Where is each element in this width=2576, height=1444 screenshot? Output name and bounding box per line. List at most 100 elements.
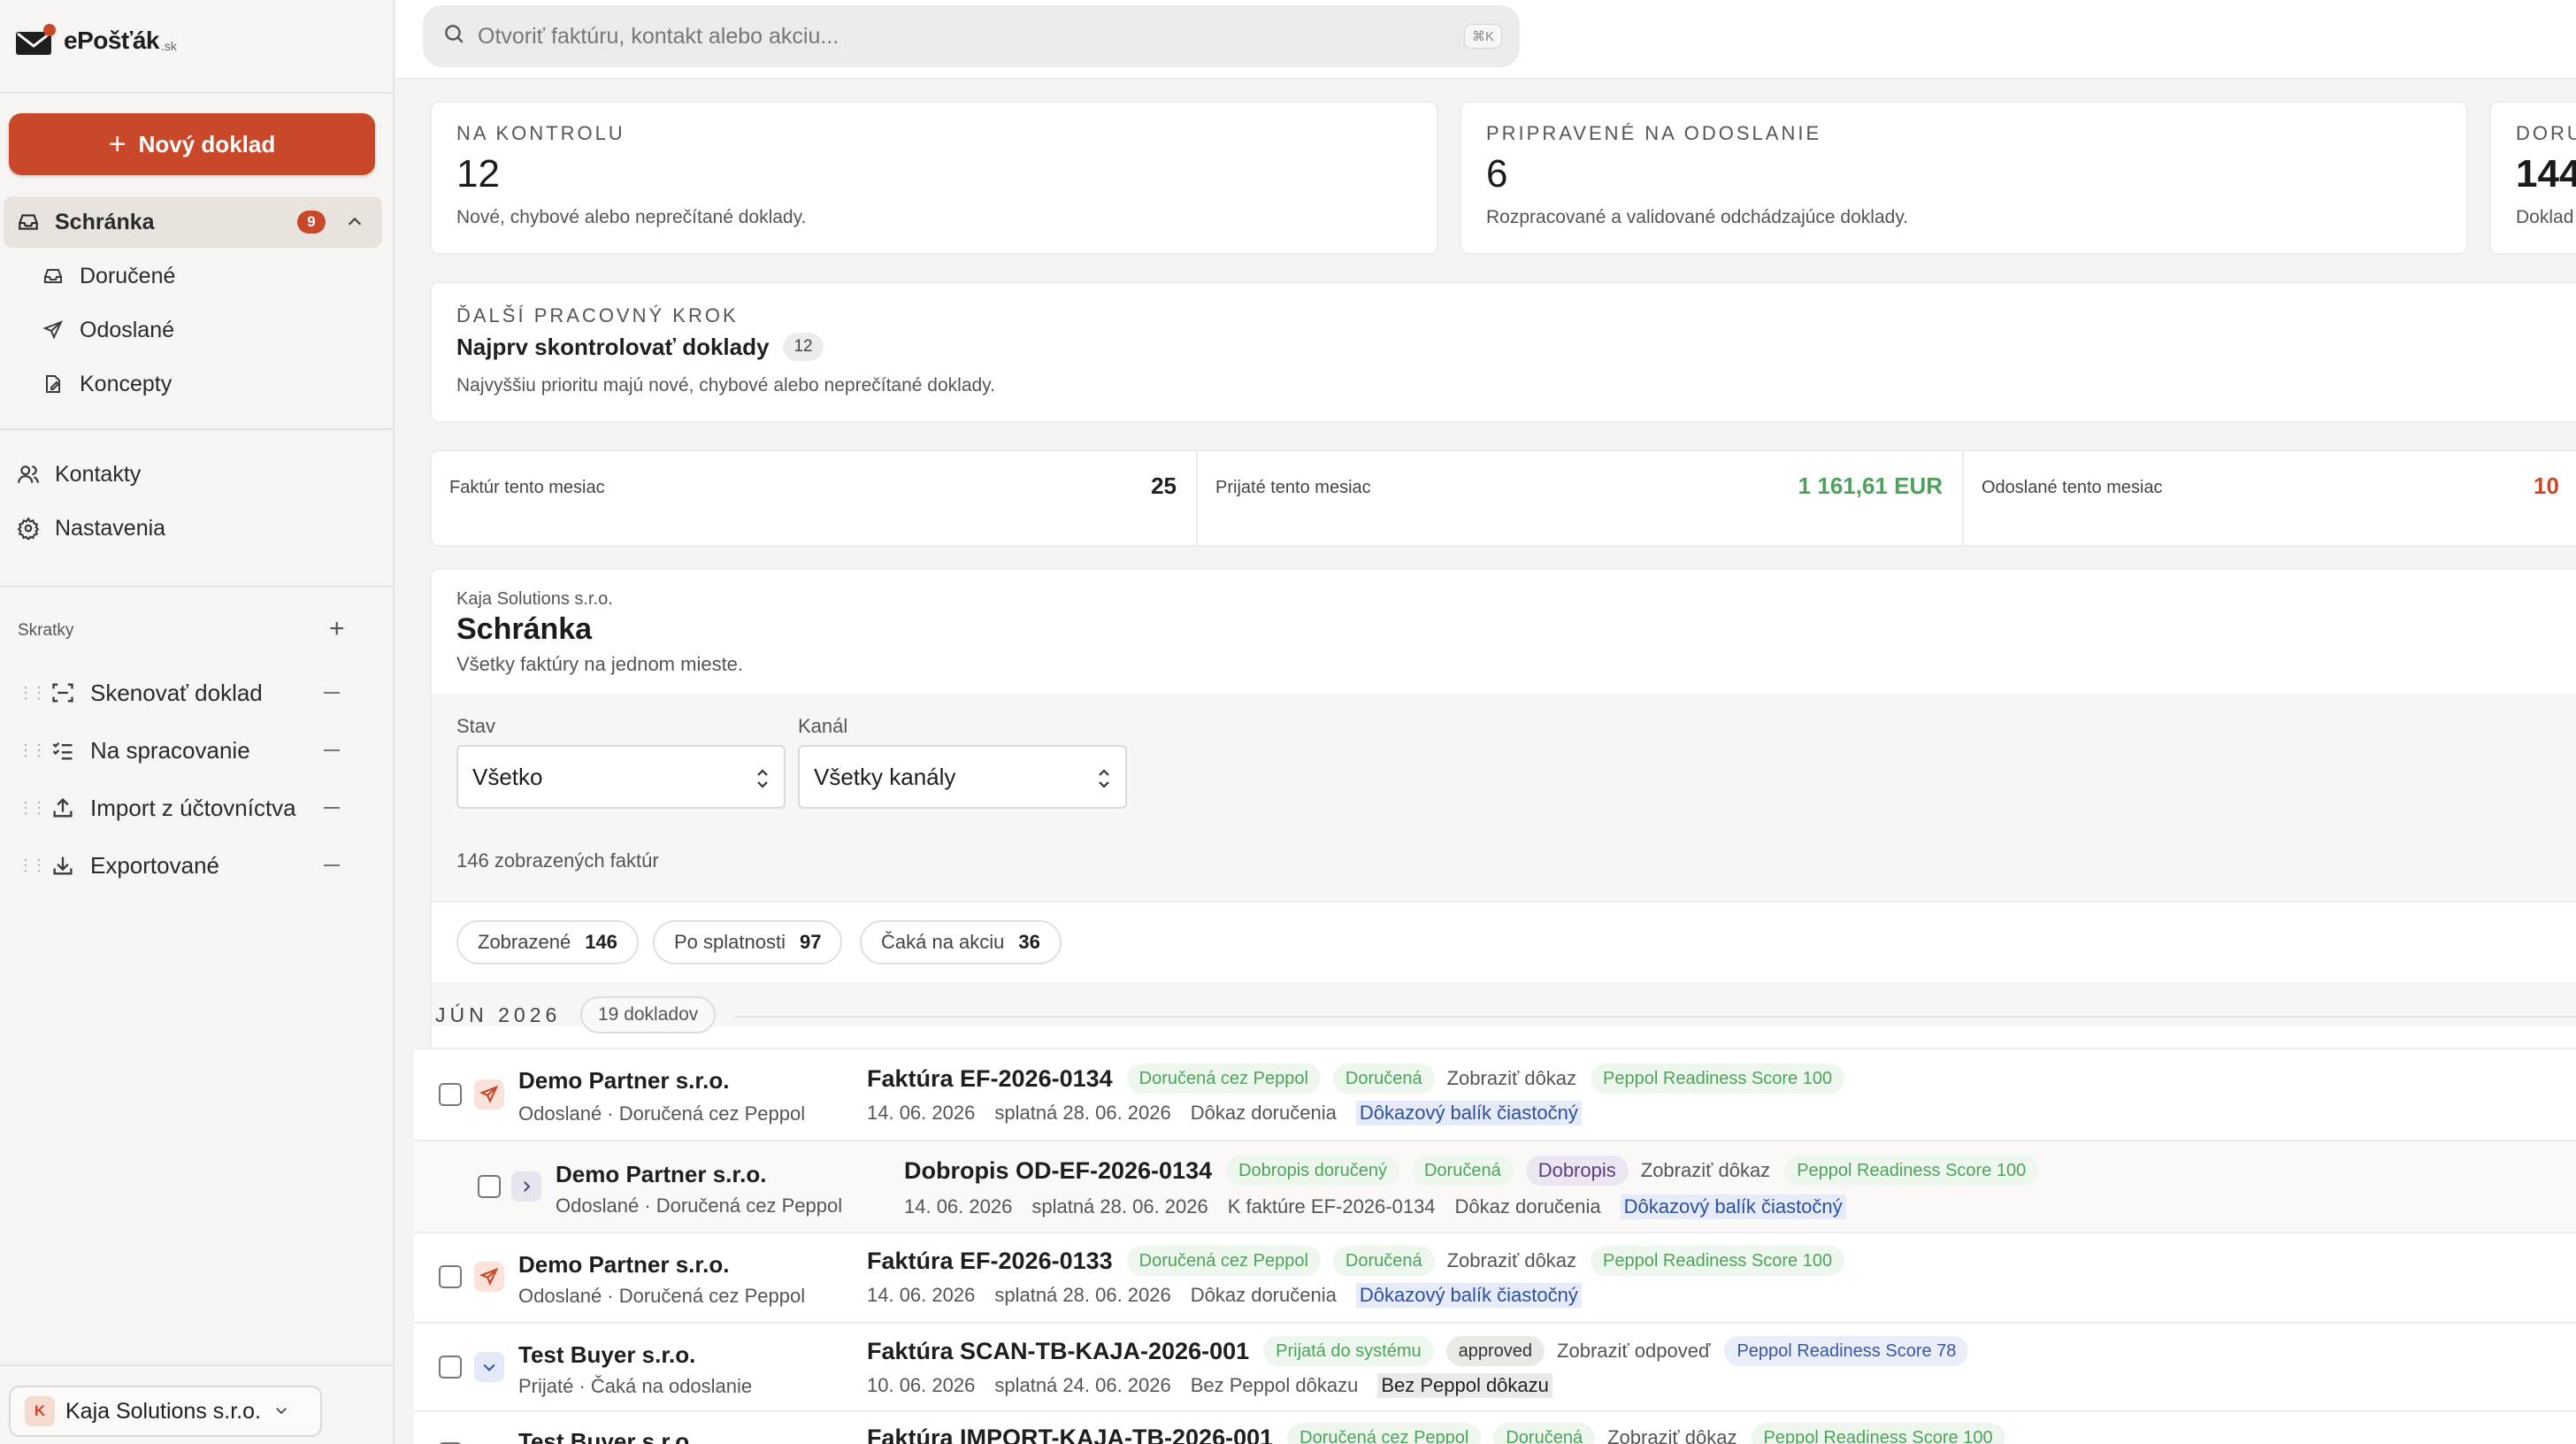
sidebar-item-delivered[interactable]: Doručené [4, 250, 382, 302]
pill-overdue[interactable]: Po splatnosti 97 [653, 920, 843, 964]
invoice-row[interactable]: Test Buyer s.r.o. Faktúra IMPORT-KAJA-TB… [414, 1410, 2576, 1444]
pill-shown[interactable]: Zobrazené 146 [456, 920, 639, 964]
card-kicker: DORU [2516, 122, 2576, 144]
shortcut-import[interactable]: ⋮⋮ Import z účtovníctva [0, 786, 380, 830]
download-icon [50, 852, 76, 879]
app-logo[interactable]: ePošťák .sk [14, 23, 177, 58]
show-proof-link[interactable]: Zobraziť dôkaz [1447, 1249, 1576, 1272]
status-badge: Doručená [1332, 1246, 1435, 1276]
select-arrows-icon [754, 766, 771, 797]
new-document-button[interactable]: + Nový doklad [9, 113, 375, 175]
document-title[interactable]: Faktúra EF-2026-0133 [867, 1248, 1113, 1275]
card-description: Rozpracované a validované odchádzajúce d… [1486, 207, 1909, 227]
drag-handle-icon[interactable]: ⋮⋮ [18, 799, 47, 818]
filter-state-select[interactable]: Všetko [456, 745, 786, 809]
next-step-title: Najprv skontrolovať doklady [456, 333, 770, 360]
pill-awaiting-action[interactable]: Čaká na akciu 36 [860, 920, 1062, 964]
search-shortcut-hint: ⌘K [1463, 24, 1502, 49]
sidebar-item-drafts[interactable]: Koncepty [4, 358, 382, 410]
scan-icon [50, 680, 76, 706]
inbox-company: Kaja Solutions s.r.o. [456, 589, 613, 609]
sidebar-item-contacts[interactable]: Kontakty [4, 449, 382, 500]
remove-shortcut-button[interactable] [324, 749, 340, 751]
proof-package-status: Bez Peppol dôkazu [1377, 1373, 1552, 1398]
row-checkbox[interactable] [439, 1356, 462, 1379]
card-kicker: NA KONTROLU [456, 122, 625, 144]
status-badge: Doručená cez Peppol [1287, 1423, 1482, 1444]
next-step-count: 12 [783, 333, 824, 361]
company-switcher[interactable]: K Kaja Solutions s.r.o. [9, 1386, 322, 1437]
show-proof-link[interactable]: Zobraziť dôkaz [1447, 1067, 1576, 1090]
row-checkbox[interactable] [478, 1175, 501, 1198]
shortcut-exported[interactable]: ⋮⋮ Exportované [0, 843, 380, 887]
document-title[interactable]: Faktúra IMPORT-KAJA-TB-2026-001 [867, 1425, 1273, 1444]
issue-date: 14. 06. 2026 [867, 1284, 976, 1306]
partner-name: Test Buyer s.r.o. [518, 1341, 696, 1368]
remove-shortcut-button[interactable] [324, 807, 340, 809]
drag-handle-icon[interactable]: ⋮⋮ [18, 741, 47, 760]
inbox-subtitle: Všetky faktúry na jednom mieste. [456, 653, 744, 675]
show-proof-link[interactable]: Zobraziť dôkaz [1607, 1426, 1736, 1444]
chevron-right-icon[interactable] [511, 1171, 541, 1202]
document-header: Dobropis OD-EF-2026-0134 Dobropis doruče… [904, 1156, 2051, 1186]
document-title[interactable]: Faktúra SCAN-TB-KAJA-2026-001 [867, 1338, 1249, 1365]
search-input[interactable]: Otvoriť faktúru, kontakt alebo akciu... … [423, 5, 1520, 67]
shortcut-scan[interactable]: ⋮⋮ Skenovať doklad [0, 671, 380, 715]
row-checkbox[interactable] [439, 1265, 462, 1288]
show-proof-link[interactable]: Zobraziť dôkaz [1641, 1159, 1770, 1182]
chevron-down-icon[interactable] [474, 1352, 504, 1382]
status-badge: Doručená [1332, 1064, 1435, 1094]
summary-card-delivered[interactable]: DORU 144 Doklad [2489, 101, 2576, 255]
invoice-row-child[interactable]: Demo Partner s.r.o. Odoslané · Doručená … [414, 1140, 2576, 1232]
checklist-icon [50, 737, 76, 764]
document-title[interactable]: Dobropis OD-EF-2026-0134 [904, 1157, 1212, 1185]
remove-shortcut-button[interactable] [324, 864, 340, 866]
sidebar-item-settings[interactable]: Nastavenia [4, 503, 382, 554]
summary-card-review[interactable]: NA KONTROLU 12 Nové, chybové alebo nepre… [430, 101, 1438, 255]
due-date: splatná 28. 06. 2026 [994, 1102, 1171, 1124]
row-checkbox[interactable] [439, 1083, 462, 1106]
summary-card-ready[interactable]: PRIPRAVENÉ NA ODOSLANIE 6 Rozpracované a… [1460, 101, 2468, 255]
gear-icon [16, 516, 41, 541]
filter-channel-value: Všetky kanály [814, 763, 956, 790]
issue-date: 14. 06. 2026 [867, 1102, 976, 1124]
pill-label: Po splatnosti [674, 931, 786, 953]
next-step-description: Najvyššiu prioritu majú nové, chybové al… [456, 375, 995, 396]
add-shortcut-button[interactable]: + [329, 616, 345, 642]
divider [0, 586, 395, 588]
readiness-score-badge: Peppol Readiness Score 100 [1591, 1246, 1845, 1276]
inbox-title: Schránka [456, 612, 593, 646]
upload-icon [50, 795, 76, 821]
draft-icon [41, 372, 65, 396]
sidebar-item-label: Nastavenia [55, 515, 166, 541]
next-step-panel[interactable]: ĎALŠÍ PRACOVNÝ KROK Najprv skontrolovať … [430, 281, 2576, 423]
proof-label: Dôkaz doručenia [1454, 1195, 1601, 1217]
status-badge: Dobropis doručený [1226, 1156, 1399, 1186]
invoice-row[interactable]: Demo Partner s.r.o. Odoslané · Doručená … [414, 1232, 2576, 1322]
remove-shortcut-button[interactable] [324, 692, 340, 694]
plus-icon: + [108, 127, 126, 161]
invoice-row[interactable]: Test Buyer s.r.o. Prijaté · Čaká na odos… [414, 1322, 2576, 1410]
drag-handle-icon[interactable]: ⋮⋮ [18, 684, 47, 703]
stat-received-month: Prijaté tento mesiac 1 161,61 EUR [1198, 451, 1964, 545]
sidebar-item-label: Koncepty [80, 371, 172, 396]
invoice-row[interactable]: Demo Partner s.r.o. Odoslané · Doručená … [414, 1048, 2576, 1140]
document-header: Faktúra EF-2026-0133 Doručená cez Peppol… [867, 1246, 1857, 1276]
chevron-up-icon[interactable] [345, 211, 366, 233]
filter-channel-select[interactable]: Všetky kanály [798, 745, 1127, 809]
document-meta: 14. 06. 2026 splatná 28. 06. 2026 Dôkaz … [867, 1283, 1582, 1308]
sidebar-item-sent[interactable]: Odoslané [4, 304, 382, 356]
proof-label: Dôkaz doručenia [1190, 1102, 1337, 1124]
document-type-badge: Dobropis [1525, 1156, 1629, 1186]
shortcut-processing[interactable]: ⋮⋮ Na spracovanie [0, 728, 380, 772]
status-badge: Prijatá do systému [1263, 1336, 1434, 1366]
card-description: Nové, chybové alebo neprečítané doklady. [456, 207, 807, 227]
divider [734, 1016, 2576, 1018]
document-meta: 10. 06. 2026 splatná 24. 06. 2026 Bez Pe… [867, 1373, 1552, 1398]
sidebar-item-inbox[interactable]: Schránka 9 [4, 196, 382, 248]
show-response-link[interactable]: Zobraziť odpoveď [1557, 1340, 1710, 1363]
status-badge: Doručená cez Peppol [1126, 1246, 1321, 1276]
stat-value: 1 161,61 EUR [1798, 472, 1943, 499]
document-title[interactable]: Faktúra EF-2026-0134 [867, 1065, 1113, 1093]
drag-handle-icon[interactable]: ⋮⋮ [18, 856, 47, 875]
